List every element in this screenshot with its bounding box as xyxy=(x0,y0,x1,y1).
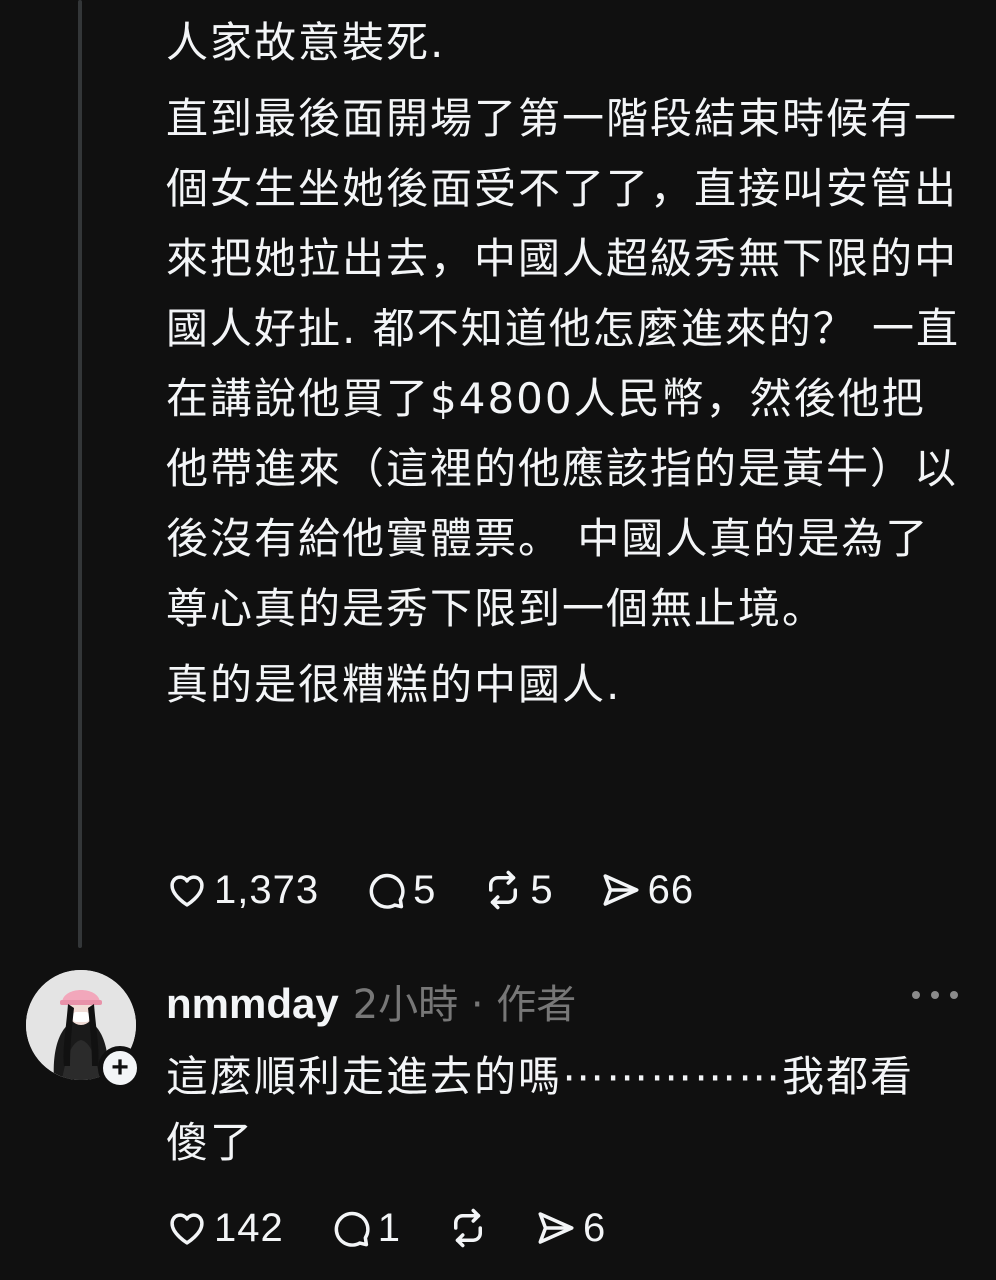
reply-action-bar: 142 1 6 xyxy=(166,1198,652,1258)
username[interactable]: nmmday xyxy=(166,980,339,1028)
comment-icon xyxy=(334,1211,370,1247)
repost-button[interactable]: 5 xyxy=(482,868,553,913)
share-count: 66 xyxy=(647,867,695,912)
comment-count: 5 xyxy=(413,867,437,912)
reply-comment-count: 1 xyxy=(377,1205,401,1250)
post-action-bar: 1,373 5 5 66 xyxy=(166,860,740,920)
reply-share-count: 6 xyxy=(583,1205,607,1250)
thread-line xyxy=(78,0,82,948)
repost-count: 5 xyxy=(530,867,554,912)
more-dot xyxy=(931,991,939,999)
reply-like-count: 142 xyxy=(214,1205,284,1250)
post-paragraph-1: 人家故意裝死. xyxy=(166,18,446,67)
like-button[interactable]: 1,373 xyxy=(166,868,319,913)
more-dot xyxy=(950,991,958,999)
follow-plus-icon[interactable]: + xyxy=(98,1046,142,1090)
share-icon xyxy=(603,874,639,906)
reply-header: nmmday 2小時 · 作者 xyxy=(166,972,576,1030)
reply-share-button[interactable]: 6 xyxy=(535,1206,606,1251)
post-body: 人家故意裝死. 直到最後面開場了第一階段結束時候有一個女生坐她後面受不了了，直接… xyxy=(166,0,966,720)
heart-icon xyxy=(170,1213,204,1245)
share-button[interactable]: 66 xyxy=(600,868,695,913)
reply-meta: 2小時 · 作者 xyxy=(352,982,577,1028)
reply-like-button[interactable]: 142 xyxy=(166,1206,284,1251)
heart-icon xyxy=(170,875,204,907)
post-paragraph-3: 真的是很糟糕的中國人. xyxy=(166,660,622,709)
reply-text: 這麼順利走進去的嗎⋯⋯⋯⋯⋯我都看傻了 xyxy=(166,1052,915,1167)
comment-icon xyxy=(369,873,405,909)
reply-comment-button[interactable]: 1 xyxy=(330,1206,401,1251)
like-count: 1,373 xyxy=(214,867,320,912)
share-icon xyxy=(538,1212,574,1244)
comment-button[interactable]: 5 xyxy=(365,868,436,913)
post-paragraph-2: 直到最後面開場了第一階段結束時候有一個女生坐她後面受不了了，直接叫安管出來把她拉… xyxy=(166,94,961,633)
repost-icon xyxy=(454,1208,482,1248)
more-dot xyxy=(912,991,920,999)
reply-repost-button[interactable] xyxy=(447,1207,489,1249)
repost-icon xyxy=(489,870,518,910)
more-icon[interactable] xyxy=(912,980,958,1010)
